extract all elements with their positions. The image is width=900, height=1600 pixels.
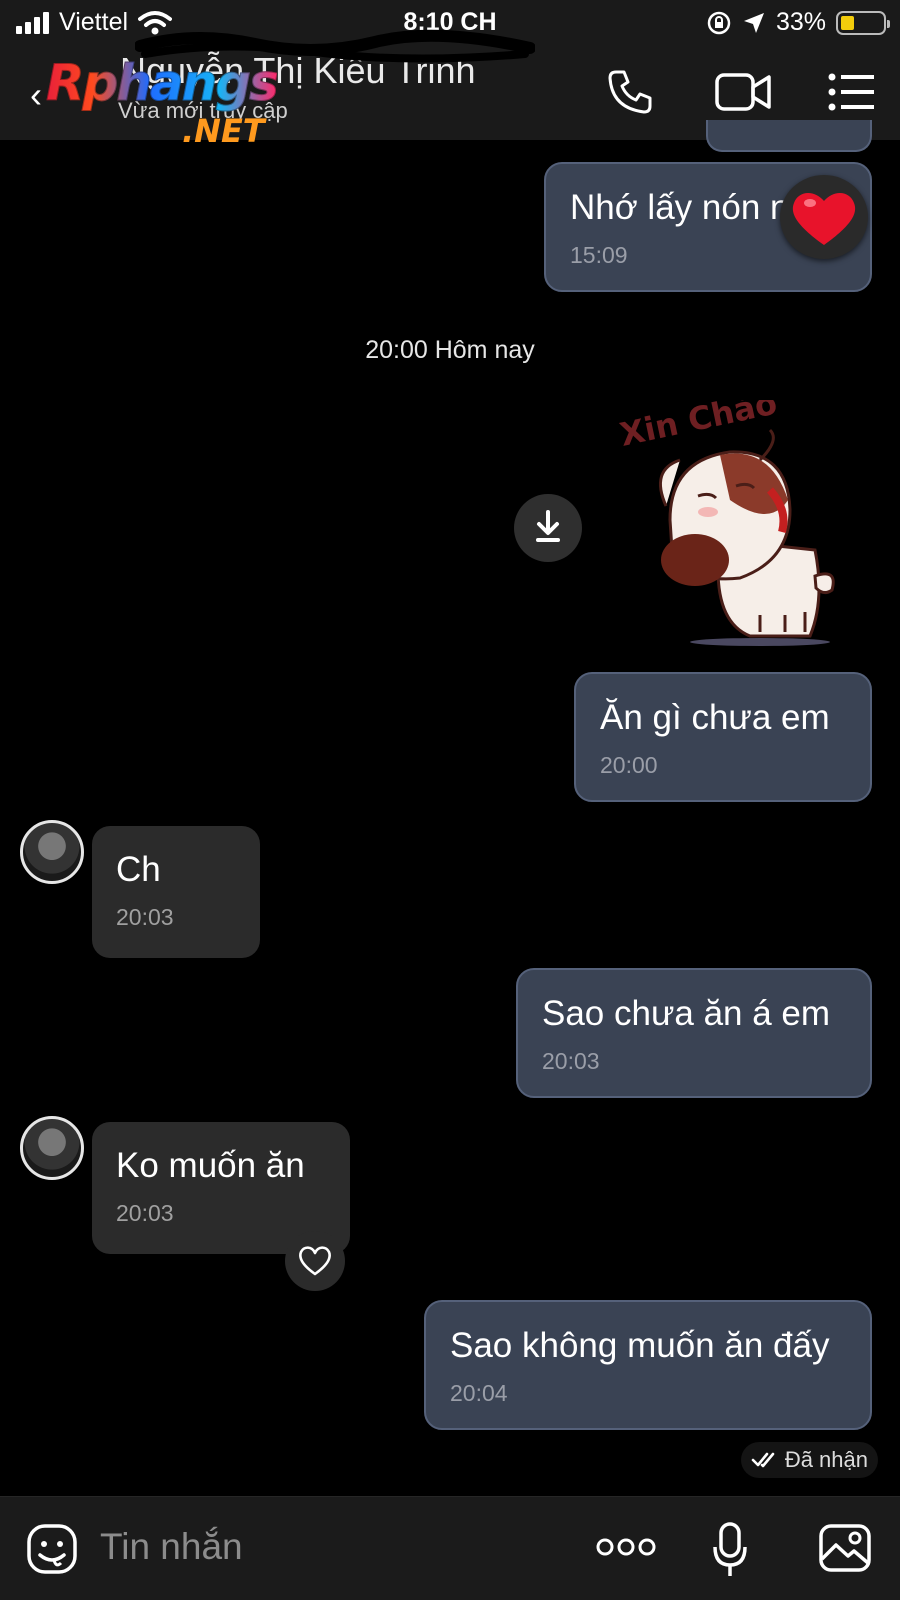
sticker-xin-chao[interactable]: Xin Chào	[610, 400, 870, 650]
battery-level	[841, 15, 855, 30]
menu-list-icon[interactable]	[828, 72, 876, 112]
read-receipt: Đã nhận	[740, 1442, 878, 1478]
image-icon[interactable]	[818, 1523, 872, 1573]
react-button[interactable]	[285, 1231, 345, 1291]
reaction-badge[interactable]	[780, 175, 868, 259]
battery-icon	[836, 10, 890, 35]
status-right: 33%	[706, 8, 890, 37]
message-input[interactable]	[100, 1521, 560, 1573]
heart-reaction-icon	[792, 192, 856, 245]
message-bubble-outgoing[interactable]: Ăn gì chưa em 20:00	[574, 672, 872, 802]
download-icon	[536, 510, 560, 542]
video-call-icon[interactable]	[714, 70, 772, 114]
message-text: Ch	[116, 850, 161, 889]
previous-message-bubble[interactable]	[706, 120, 872, 152]
message-bubble-incoming[interactable]: Ch 20:03	[92, 826, 260, 958]
sticker-caption: Xin Chào	[616, 400, 780, 454]
watermark-logo: Rphangs .NET	[46, 54, 280, 151]
watermark-net: .NET	[182, 112, 265, 150]
watermark-main: Rphangs	[46, 54, 280, 113]
message-time: 20:04	[450, 1380, 508, 1406]
download-button[interactable]	[514, 494, 582, 562]
heart-outline-icon	[299, 1246, 331, 1276]
contact-avatar[interactable]	[20, 1116, 84, 1180]
back-icon[interactable]: ‹	[30, 74, 42, 116]
more-icon[interactable]	[596, 1537, 656, 1557]
message-bubble-outgoing[interactable]: Sao chưa ăn á em 20:03	[516, 968, 872, 1098]
message-text: Sao không muốn ăn đấy	[450, 1326, 830, 1365]
message-time: 20:03	[116, 1200, 174, 1226]
receipt-label: Đã nhận	[784, 1447, 868, 1472]
contact-avatar[interactable]	[20, 820, 84, 884]
emoji-icon[interactable]	[26, 1523, 78, 1575]
rotation-lock-icon	[707, 11, 731, 34]
message-time: 20:00	[600, 752, 658, 778]
message-time: 20:03	[116, 904, 174, 930]
message-input-bar	[0, 1496, 900, 1600]
message-time: 20:03	[542, 1048, 600, 1074]
message-text: Ko muốn ăn	[116, 1146, 305, 1185]
battery-percent: 33%	[775, 8, 826, 36]
double-check-icon	[751, 1452, 775, 1468]
phone-icon[interactable]	[606, 68, 654, 116]
location-arrow-icon	[743, 12, 764, 33]
message-text: Ăn gì chưa em	[600, 698, 830, 737]
message-text: Sao chưa ăn á em	[542, 994, 831, 1033]
message-bubble-outgoing[interactable]: Sao không muốn ăn đấy 20:04	[424, 1300, 872, 1430]
microphone-icon[interactable]	[712, 1521, 748, 1579]
day-divider: 20:00 Hôm nay	[365, 336, 535, 364]
